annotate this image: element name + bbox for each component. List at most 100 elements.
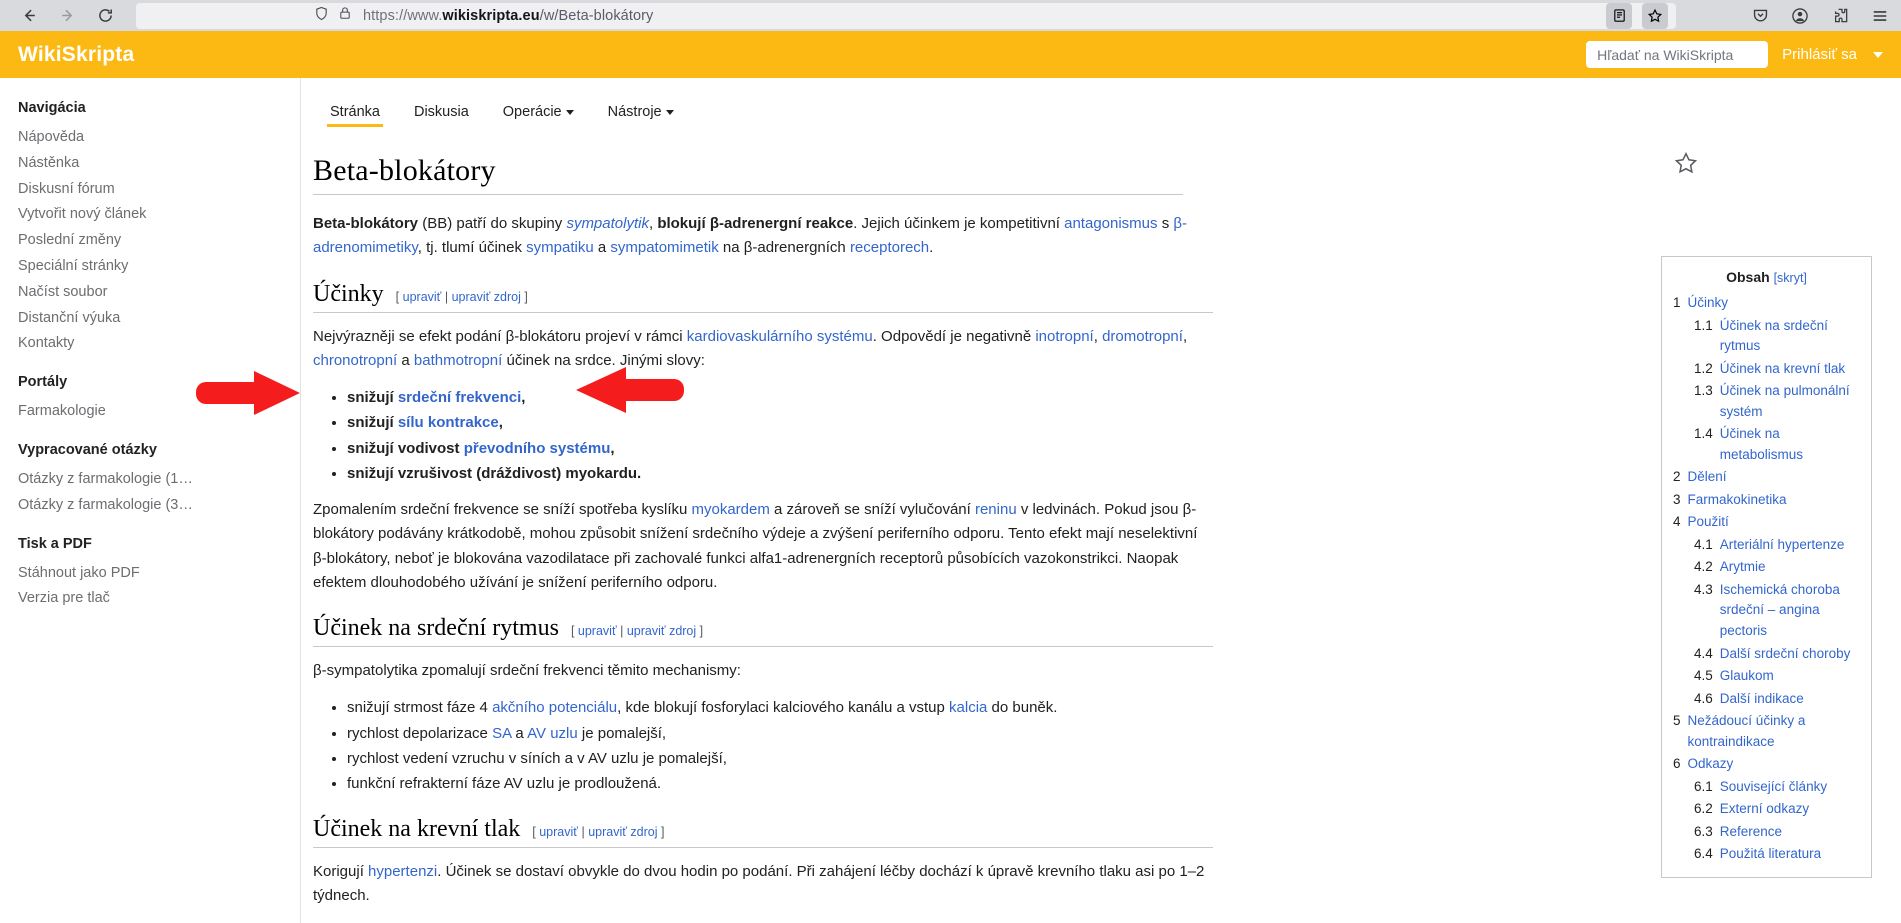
link-akcniho-potencialu[interactable]: akčního potenciálu — [492, 699, 617, 716]
link-sympatolytik[interactable]: sympatolytik — [566, 215, 649, 232]
toc-entry[interactable]: 4.4Další srdeční choroby — [1673, 644, 1860, 665]
sidebar-item-nacist-soubor[interactable]: Načíst soubor — [18, 280, 300, 306]
toc-entry[interactable]: 1Účinky — [1673, 293, 1860, 314]
sidebar-item-distancni-vyuka[interactable]: Distanční výuka — [18, 306, 300, 332]
link-sympatiku[interactable]: sympatiku — [526, 239, 594, 256]
padlock-icon[interactable] — [338, 6, 352, 25]
toc-entry[interactable]: 1.4Účinek na metabolismus — [1673, 424, 1860, 465]
toc-entry-label[interactable]: Ischemická choroba srdeční – angina pect… — [1720, 580, 1860, 642]
toc-entry[interactable]: 1.3Účinek na pulmonální systém — [1673, 381, 1860, 422]
toc-entry-label[interactable]: Účinek na pulmonální systém — [1720, 381, 1860, 422]
toc-entry-label[interactable]: Další indikace — [1720, 689, 1804, 710]
link-hypertenzi[interactable]: hypertenzi — [368, 863, 437, 880]
sidebar-item-farmakologie[interactable]: Farmakologie — [18, 399, 300, 425]
shield-icon[interactable] — [314, 6, 329, 26]
toc-entry-label[interactable]: Dělení — [1688, 467, 1727, 488]
bookmark-star-icon[interactable] — [1642, 3, 1668, 29]
forward-button[interactable] — [50, 2, 84, 30]
toc-entry[interactable]: 4.1Arteriální hypertenze — [1673, 535, 1860, 556]
hamburger-menu-icon[interactable] — [1867, 3, 1893, 29]
toc-entry[interactable]: 4Použití — [1673, 512, 1860, 533]
toc-entry-label[interactable]: Odkazy — [1688, 754, 1734, 775]
edit-source-link[interactable]: upraviť zdroj — [588, 825, 657, 839]
toc-entry-label[interactable]: Farmakokinetika — [1688, 490, 1787, 511]
sidebar-item-diskusni-forum[interactable]: Diskusní fórum — [18, 177, 300, 203]
toc-entry-label[interactable]: Účinky — [1688, 293, 1729, 314]
toc-entry[interactable]: 6.2Externí odkazy — [1673, 799, 1860, 820]
toc-entry-label[interactable]: Použití — [1688, 512, 1729, 533]
edit-source-link[interactable]: upraviť zdroj — [627, 624, 696, 638]
edit-link[interactable]: upraviť — [403, 290, 442, 304]
sidebar-item-otazky-1[interactable]: Otázky z farmakologie (1… — [18, 467, 300, 493]
reload-button[interactable] — [88, 2, 122, 30]
toc-entry[interactable]: 4.2Arytmie — [1673, 557, 1860, 578]
reader-view-icon[interactable] — [1606, 3, 1632, 29]
sidebar-item-stahnout-pdf[interactable]: Stáhnout jako PDF — [18, 561, 300, 587]
toc-entry-label[interactable]: Nežádoucí účinky a kontraindikace — [1688, 711, 1860, 752]
toc-entry-label[interactable]: Arteriální hypertenze — [1720, 535, 1845, 556]
sidebar-item-otazky-3[interactable]: Otázky z farmakologie (3… — [18, 493, 300, 519]
link-chronotropni[interactable]: chronotropní — [313, 352, 397, 369]
link-receptorech[interactable]: receptorech — [850, 239, 929, 256]
pocket-save-icon[interactable] — [1747, 3, 1773, 29]
chevron-down-icon[interactable] — [1873, 52, 1883, 58]
toc-entry[interactable]: 4.3Ischemická choroba srdeční – angina p… — [1673, 580, 1860, 642]
toc-entry-label[interactable]: Arytmie — [1720, 557, 1766, 578]
edit-link[interactable]: upraviť — [578, 624, 617, 638]
link-silu-kontrakce[interactable]: sílu kontrakce — [398, 414, 499, 431]
toc-entry[interactable]: 4.6Další indikace — [1673, 689, 1860, 710]
toc-entry-label[interactable]: Použitá literatura — [1720, 844, 1821, 865]
address-bar[interactable]: https://www.wikiskripta.eu/w/Beta-blokát… — [136, 3, 1676, 29]
login-link[interactable]: Prihlásiť sa — [1782, 46, 1857, 63]
sidebar-item-vytvorit-clanek[interactable]: Vytvořit nový článek — [18, 202, 300, 228]
toc-entry[interactable]: 2Dělení — [1673, 467, 1860, 488]
link-prevodniho-systemu[interactable]: převodního systému — [464, 440, 611, 457]
toc-entry-label[interactable]: Účinek na srdeční rytmus — [1720, 316, 1860, 357]
link-av-uzlu[interactable]: AV uzlu — [527, 725, 578, 742]
link-dromotropni[interactable]: dromotropní — [1102, 328, 1183, 345]
toc-entry[interactable]: 4.5Glaukom — [1673, 666, 1860, 687]
back-button[interactable] — [12, 2, 46, 30]
toc-entry[interactable]: 5Nežádoucí účinky a kontraindikace — [1673, 711, 1860, 752]
link-bathmotropni[interactable]: bathmotropní — [414, 352, 502, 369]
link-inotropni[interactable]: inotropní — [1035, 328, 1093, 345]
sidebar-item-kontakty[interactable]: Kontakty — [18, 331, 300, 357]
toc-entry-label[interactable]: Externí odkazy — [1720, 799, 1809, 820]
toc-toggle-link[interactable]: [skryt] — [1774, 271, 1807, 285]
link-sa[interactable]: SA — [492, 725, 511, 742]
link-kardiovaskularni-system[interactable]: kardiovaskulárního systému — [687, 328, 873, 345]
sidebar-item-verzia-pre-tlac[interactable]: Verzia pre tlač — [18, 586, 300, 612]
tab-diskusia[interactable]: Diskusia — [397, 104, 486, 126]
toc-entry[interactable]: 6Odkazy — [1673, 754, 1860, 775]
link-antagonismus[interactable]: antagonismus — [1064, 215, 1157, 232]
sidebar-item-nastenka[interactable]: Nástěnka — [18, 151, 300, 177]
link-sympatomimetik[interactable]: sympatomimetik — [610, 239, 718, 256]
toc-entry-label[interactable]: Reference — [1720, 822, 1782, 843]
url-text[interactable]: https://www.wikiskripta.eu/w/Beta-blokát… — [363, 8, 653, 24]
toc-entry[interactable]: 3Farmakokinetika — [1673, 490, 1860, 511]
edit-source-link[interactable]: upraviť zdroj — [452, 290, 521, 304]
toc-entry-label[interactable]: Účinek na metabolismus — [1720, 424, 1860, 465]
star-outline-icon[interactable] — [1671, 150, 1701, 185]
toc-entry[interactable]: 6.4Použitá literatura — [1673, 844, 1860, 865]
link-srdecni-frekvenci[interactable]: srdeční frekvenci — [398, 389, 521, 406]
account-circle-icon[interactable] — [1787, 3, 1813, 29]
toc-entry-label[interactable]: Související články — [1720, 777, 1827, 798]
tab-stranka[interactable]: Stránka — [313, 104, 397, 126]
site-logo[interactable]: WikiSkripta — [18, 43, 134, 67]
sidebar-item-napoveda[interactable]: Nápověda — [18, 125, 300, 151]
toc-entry-label[interactable]: Glaukom — [1720, 666, 1774, 687]
link-kalcia[interactable]: kalcia — [949, 699, 987, 716]
toc-entry-label[interactable]: Další srdeční choroby — [1720, 644, 1851, 665]
toc-entry-label[interactable]: Účinek na krevní tlak — [1720, 359, 1845, 380]
link-reninu[interactable]: reninu — [975, 501, 1017, 518]
toc-entry[interactable]: 1.2Účinek na krevní tlak — [1673, 359, 1860, 380]
sidebar-item-specialni-stranky[interactable]: Speciální stránky — [18, 254, 300, 280]
edit-link[interactable]: upraviť — [539, 825, 578, 839]
toc-entry[interactable]: 6.1Související články — [1673, 777, 1860, 798]
extensions-puzzle-icon[interactable] — [1827, 3, 1853, 29]
search-input[interactable]: Hľadať na WikiSkripta — [1586, 41, 1768, 68]
tab-operacie[interactable]: Operácie — [486, 104, 591, 126]
sidebar-item-posledni-zmeny[interactable]: Poslední změny — [18, 228, 300, 254]
toc-entry[interactable]: 6.3Reference — [1673, 822, 1860, 843]
